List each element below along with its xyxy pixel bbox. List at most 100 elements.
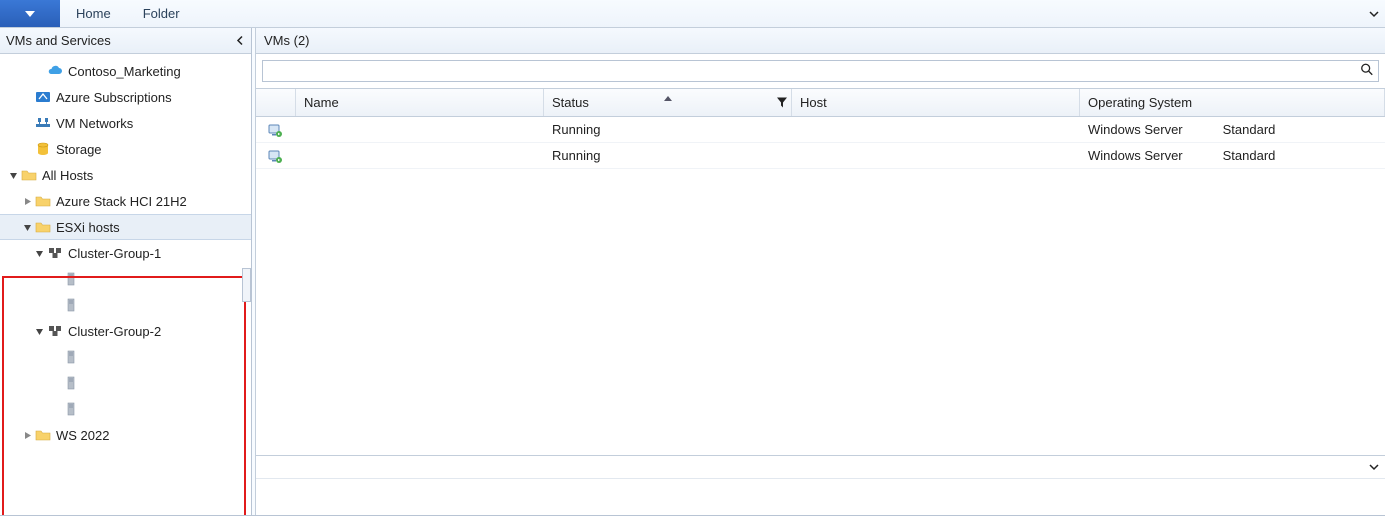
vm-icon — [266, 147, 284, 165]
cell-os-value: Windows Server — [1088, 122, 1183, 137]
ribbon: Home Folder — [0, 0, 1385, 28]
tree-twisty-icon[interactable] — [20, 194, 34, 208]
tree-twisty-icon — [20, 116, 34, 130]
sort-asc-icon — [664, 89, 672, 104]
tree-twisty-icon — [20, 90, 34, 104]
column-name-label: Name — [304, 95, 339, 110]
tree-item-label: Contoso_Marketing — [68, 64, 181, 79]
chevron-down-icon — [1369, 9, 1379, 19]
host-icon — [62, 400, 80, 418]
nav-title: VMs and Services — [6, 33, 111, 48]
host-icon — [62, 348, 80, 366]
dropdown-icon — [25, 11, 35, 17]
cluster-icon — [46, 322, 64, 340]
details-divider — [256, 478, 1385, 479]
host-icon — [62, 374, 80, 392]
tree-item-label: ESXi hosts — [56, 220, 120, 235]
tree-item[interactable]: Storage — [0, 136, 251, 162]
host-icon — [62, 270, 80, 288]
search-row — [256, 54, 1385, 89]
content-area: VMs (2) Name Status Host Operating Sy — [256, 28, 1385, 515]
cell-os: Windows ServerStandard — [1080, 148, 1385, 163]
ribbon-tab-home[interactable]: Home — [60, 0, 127, 27]
tree-twisty-icon — [32, 64, 46, 78]
cell-os-value: Windows Server — [1088, 148, 1183, 163]
cell-os-extra: Standard — [1223, 122, 1276, 137]
tree-twisty-icon[interactable] — [32, 324, 46, 338]
details-expand-button[interactable] — [1369, 460, 1379, 475]
search-icon[interactable] — [1360, 63, 1374, 80]
tree-item[interactable]: VM Networks — [0, 110, 251, 136]
ribbon-expand-button[interactable] — [1369, 0, 1379, 27]
tree-item[interactable]: ESXi hosts — [0, 214, 251, 240]
ribbon-tab-folder[interactable]: Folder — [127, 0, 196, 27]
column-icon[interactable] — [256, 89, 296, 116]
tree-item[interactable] — [0, 292, 251, 318]
tree-item-label: All Hosts — [42, 168, 93, 183]
content-header: VMs (2) — [256, 28, 1385, 54]
storage-icon — [34, 140, 52, 158]
tree-item-label: Azure Stack HCI 21H2 — [56, 194, 187, 209]
table-row[interactable]: Running Windows Server Standard — [256, 117, 1385, 143]
tree-item[interactable]: Azure Subscriptions — [0, 84, 251, 110]
cell-os: Windows Server Standard — [1080, 122, 1385, 137]
tree-item-label: Cluster-Group-1 — [68, 246, 161, 261]
nav-collapse-button[interactable] — [235, 33, 245, 48]
details-pane — [256, 455, 1385, 515]
tree-item[interactable]: Cluster-Group-1 — [0, 240, 251, 266]
tree-twisty-icon — [20, 142, 34, 156]
tree-twisty-icon — [48, 298, 62, 312]
tree-item[interactable]: Azure Stack HCI 21H2 — [0, 188, 251, 214]
tree-twisty-icon — [48, 272, 62, 286]
tree-twisty-icon[interactable] — [6, 168, 20, 182]
tree-twisty-icon[interactable] — [20, 220, 34, 234]
folder-icon — [34, 192, 52, 210]
column-os-label: Operating System — [1088, 95, 1192, 110]
tree-item-label: Storage — [56, 142, 102, 157]
column-status[interactable]: Status — [544, 89, 792, 116]
tree-item[interactable]: WS 2022 — [0, 422, 251, 448]
file-tab[interactable] — [0, 0, 60, 27]
cloud-icon — [46, 62, 64, 80]
tree-item-label: WS 2022 — [56, 428, 109, 443]
tree-item[interactable]: Cluster-Group-2 — [0, 318, 251, 344]
tree-twisty-icon[interactable] — [32, 246, 46, 260]
folder-icon — [20, 166, 38, 184]
tree-item[interactable]: All Hosts — [0, 162, 251, 188]
search-box[interactable] — [262, 60, 1379, 82]
row-icon-cell — [256, 147, 296, 165]
table-body: Running Windows Server Standard Running Wind… — [256, 117, 1385, 455]
filter-icon[interactable] — [777, 95, 787, 110]
nav-header: VMs and Services — [0, 28, 251, 54]
tree-twisty-icon — [48, 350, 62, 364]
vm-icon — [266, 121, 284, 139]
network-icon — [34, 114, 52, 132]
nav-scroll-grip[interactable] — [242, 268, 251, 302]
column-os[interactable]: Operating System — [1080, 89, 1385, 116]
tree-item-label: VM Networks — [56, 116, 133, 131]
row-icon-cell — [256, 121, 296, 139]
column-status-label: Status — [552, 95, 589, 110]
tree-twisty-icon — [48, 402, 62, 416]
tree-twisty-icon[interactable] — [20, 428, 34, 442]
tree-item[interactable] — [0, 370, 251, 396]
tree-item-label: Cluster-Group-2 — [68, 324, 161, 339]
nav-tree: Contoso_Marketing Azure Subscriptions VM N… — [0, 54, 251, 515]
tree-item[interactable]: Contoso_Marketing — [0, 58, 251, 84]
table-row[interactable]: Running Windows ServerStandard — [256, 143, 1385, 169]
vm-table: Name Status Host Operating System Runnin… — [256, 89, 1385, 455]
content-title: VMs (2) — [264, 33, 310, 48]
column-name[interactable]: Name — [296, 89, 544, 116]
search-input[interactable] — [263, 61, 1378, 81]
tree-item[interactable] — [0, 396, 251, 422]
folder-icon — [34, 426, 52, 444]
folder-icon — [34, 218, 52, 236]
tree-item[interactable] — [0, 344, 251, 370]
cell-status: Running — [544, 148, 792, 163]
column-host[interactable]: Host — [792, 89, 1080, 116]
tree-item[interactable] — [0, 266, 251, 292]
cell-status: Running — [544, 122, 792, 137]
chevron-down-icon — [1369, 462, 1379, 472]
main-body: VMs and Services Contoso_Marketing Azure … — [0, 28, 1385, 516]
chevron-left-icon — [235, 35, 245, 45]
